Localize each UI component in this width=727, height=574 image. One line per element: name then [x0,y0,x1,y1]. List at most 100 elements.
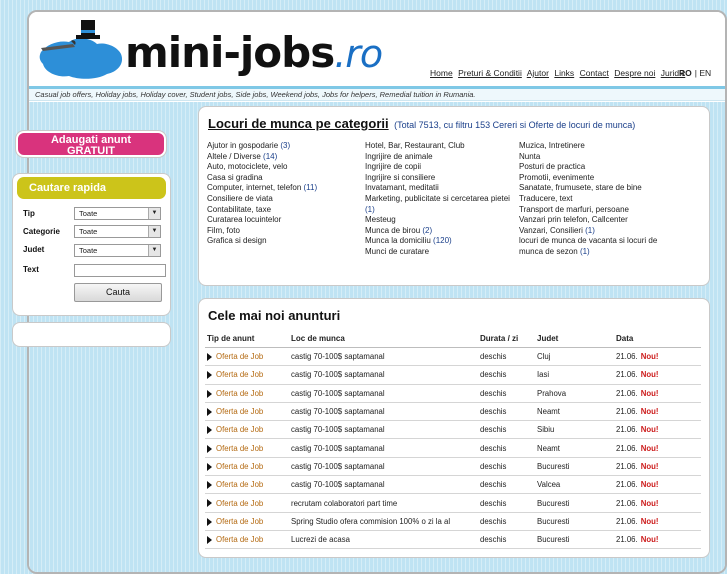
category-item[interactable]: Altele / Diverse (14) [207,152,317,163]
add-listing-button[interactable]: Adaugati anunt GRATUIT [16,131,166,157]
category-item[interactable]: Ingrijire si consiliere [365,173,515,184]
listing-durata: deschis [478,384,535,403]
judet-select-value: Toate [79,246,98,255]
category-item[interactable]: Auto, motociclete, velo [207,162,317,173]
listing-job[interactable]: castig 70-100$ saptamanal [289,384,478,403]
latest-listings-panel: Cele mai noi anunturi Tip de anunt Loc d… [198,298,710,558]
lang-en[interactable]: EN [699,68,711,78]
category-item[interactable]: Casa si gradina [207,173,317,184]
listing-date: 21.06. Nou! [614,402,701,422]
table-row[interactable]: Oferta de Job castig 70-100$ saptamanal de… [205,457,701,477]
categories-column-2: Hotel, Bar, Restaurant, Club Ingrijire d… [365,141,515,258]
category-item[interactable]: Munca de birou (2) [365,226,515,237]
site-logo[interactable]: mini-jobs.ro [125,32,383,74]
col-header-loc: Loc de munca [289,329,478,348]
listing-job[interactable]: castig 70-100$ saptamanal [289,347,478,367]
nav-preturi-conditii[interactable]: Preturi & Conditii [458,68,522,78]
category-item[interactable]: Transport de marfuri, persoane [519,205,669,216]
nav-despre-noi[interactable]: Despre noi [614,68,655,78]
table-row[interactable]: Oferta de Job castig 70-100$ saptamanal de… [205,438,701,458]
latest-listings-title: Cele mai noi anunturi [208,308,341,323]
listing-job[interactable]: castig 70-100$ saptamanal [289,365,478,385]
category-item[interactable]: Posturi de practica [519,162,669,173]
category-item[interactable]: Film, foto [207,226,317,237]
category-item[interactable]: Ingrijire de animale [365,152,515,163]
category-item[interactable]: Vanzari prin telefon, Callcenter [519,215,669,226]
nav-home[interactable]: Home [430,68,453,78]
table-row[interactable]: Oferta de Job castig 70-100$ saptamanal de… [205,347,701,367]
chevron-down-icon: ▼ [148,226,160,237]
category-item[interactable]: Munci de curatare [365,247,515,258]
category-item[interactable]: Hotel, Bar, Restaurant, Club [365,141,515,152]
table-row[interactable]: Oferta de Job castig 70-100$ saptamanal de… [205,384,701,403]
category-item[interactable]: Contabilitate, taxe [207,205,317,216]
listing-type-link[interactable]: Oferta de Job [216,352,263,361]
listing-type-link[interactable]: Oferta de Job [216,370,263,379]
nav-ajutor[interactable]: Ajutor [527,68,549,78]
category-item[interactable]: Mesteug [365,215,515,226]
category-item[interactable]: Computer, internet, telefon (11) [207,183,317,194]
category-item[interactable]: Grafica si design [207,236,317,247]
tip-select[interactable]: Toate ▼ [74,207,161,220]
category-item[interactable]: Nunta [519,152,669,163]
table-row[interactable]: Oferta de Job recrutam colaboratori part … [205,493,701,513]
category-item[interactable]: Muzica, Intretinere [519,141,669,152]
new-badge: Nou! [640,461,659,471]
categories-title[interactable]: Locuri de munca pe categorii [208,116,389,131]
category-item[interactable]: Sanatate, frumusete, stare de bine [519,183,669,194]
categorie-select[interactable]: Toate ▼ [74,225,161,238]
search-text-input[interactable] [74,264,166,277]
nav-links[interactable]: Links [554,68,574,78]
listing-durata: deschis [478,475,535,495]
listing-type-link[interactable]: Oferta de Job [216,535,263,544]
categories-header: Locuri de munca pe categorii (Total 7513… [208,116,635,131]
category-item[interactable]: locuri de munca de vacanta si locuri de … [519,236,669,257]
lang-ro[interactable]: RO [679,68,692,78]
table-row[interactable]: Oferta de Job Spring Studio ofera commisi… [205,512,701,531]
listing-type-link[interactable]: Oferta de Job [216,425,263,434]
listing-job[interactable]: Spring Studio ofera commision 100% o zi … [289,512,478,531]
listing-type-link[interactable]: Oferta de Job [216,480,263,489]
new-badge: Nou! [640,388,659,398]
listing-job[interactable]: castig 70-100$ saptamanal [289,457,478,477]
category-item[interactable]: Invatamant, meditatii [365,183,515,194]
add-listing-free-label: GRATUIT [66,145,116,157]
category-item[interactable]: Curatarea locuintelor [207,215,317,226]
nav-contact[interactable]: Contact [580,68,609,78]
category-item[interactable]: Vanzari, Consilieri (1) [519,226,669,237]
listing-judet: Prahova [535,384,614,403]
listing-type-link[interactable]: Oferta de Job [216,499,263,508]
category-item[interactable]: Promotii, evenimente [519,173,669,184]
judet-select[interactable]: Toate ▼ [74,244,161,257]
tagline: Casual job offers, Holiday jobs, Holiday… [29,89,725,101]
table-row[interactable]: Oferta de Job castig 70-100$ saptamanal de… [205,402,701,422]
category-item[interactable]: Ajutor in gospodarie (3) [207,141,317,152]
listing-type-link[interactable]: Oferta de Job [216,462,263,471]
category-item[interactable]: Consiliere de viata [207,194,317,205]
table-row[interactable]: Oferta de Job Lucrezi de acasa deschis Bucu… [205,530,701,550]
listing-job[interactable]: castig 70-100$ saptamanal [289,475,478,495]
listing-job[interactable]: castig 70-100$ saptamanal [289,438,478,458]
category-item[interactable]: Munca la domiciliu (120) [365,236,515,247]
category-item[interactable]: Ingrijire de copii [365,162,515,173]
listing-type-link[interactable]: Oferta de Job [216,389,263,398]
listing-date: 21.06. Nou! [614,493,701,513]
play-arrow-icon [207,536,212,545]
table-row[interactable]: Oferta de Job castig 70-100$ saptamanal de… [205,475,701,495]
listing-type-link[interactable]: Oferta de Job [216,444,263,453]
category-item[interactable]: Traducere, text [519,194,669,205]
search-button[interactable]: Cauta [74,283,162,302]
listing-judet: Sibiu [535,420,614,440]
listing-type-link[interactable]: Oferta de Job [216,407,263,416]
category-item[interactable]: Marketing, publicitate si cercetarea pie… [365,194,515,215]
play-arrow-icon [207,444,212,453]
listing-job[interactable]: castig 70-100$ saptamanal [289,420,478,440]
listing-type-link[interactable]: Oferta de Job [216,517,263,526]
table-row[interactable]: Oferta de Job castig 70-100$ saptamanal de… [205,420,701,440]
table-row[interactable]: Oferta de Job castig 70-100$ saptamanal de… [205,365,701,385]
new-badge: Nou! [640,370,659,380]
listing-job[interactable]: castig 70-100$ saptamanal [289,402,478,422]
listing-job[interactable]: recrutam colaboratori part time [289,493,478,513]
top-navigation: Home Preturi & Conditii Ajutor Links Con… [430,68,688,78]
listing-job[interactable]: Lucrezi de acasa [289,530,478,550]
